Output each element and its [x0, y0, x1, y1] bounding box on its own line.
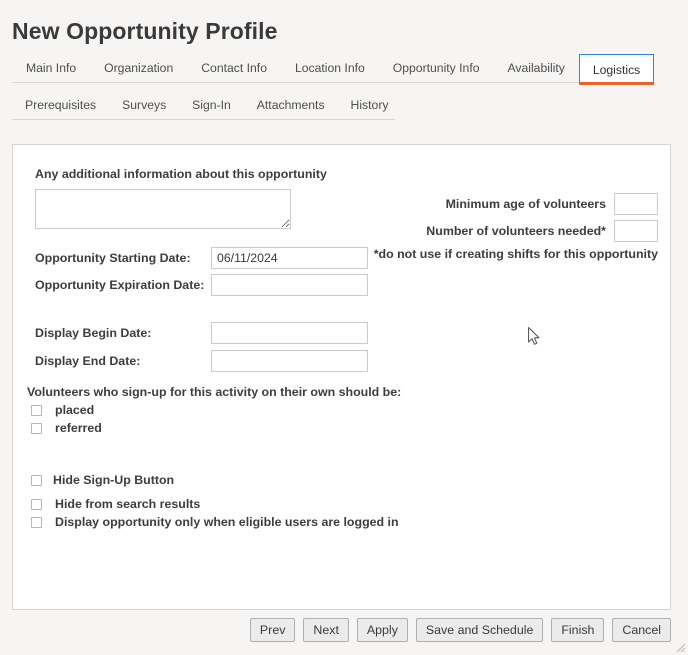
tab-label: Opportunity Info: [392, 61, 480, 75]
placed-label[interactable]: placed: [55, 403, 94, 417]
tab-location-info[interactable]: Location Info: [281, 54, 379, 82]
checkbox-row-display-eligible-only: Display opportunity only when eligible u…: [31, 515, 399, 529]
checkbox-row-referred: referred: [31, 421, 102, 435]
display-end-date-row: Display End Date:: [35, 350, 368, 372]
additional-information-textarea[interactable]: [35, 189, 291, 229]
form-action-buttons: Prev Next Apply Save and Schedule Finish…: [0, 618, 688, 642]
tab-label: Contact Info: [201, 61, 267, 75]
hide-signup-button-checkbox[interactable]: [31, 474, 42, 486]
hide-from-search-label[interactable]: Hide from search results: [55, 497, 200, 511]
tab-contact-info[interactable]: Contact Info: [187, 54, 281, 82]
tab-label: Main Info: [26, 61, 77, 75]
placed-checkbox[interactable]: [31, 404, 42, 416]
opportunity-starting-date-row: Opportunity Starting Date:: [35, 247, 368, 269]
minimum-age-label: Minimum age of volunteers: [445, 197, 606, 211]
opportunity-expiration-date-label: Opportunity Expiration Date:: [35, 278, 205, 292]
form-area: Any additional information about this op…: [13, 145, 670, 609]
tab-prerequisites[interactable]: Prerequisites: [12, 91, 109, 119]
tab-label: Location Info: [294, 61, 365, 75]
page-title: New Opportunity Profile: [12, 18, 278, 44]
checkbox-row-placed: placed: [31, 403, 94, 417]
additional-information-label: Any additional information about this op…: [35, 167, 327, 181]
tab-availability[interactable]: Availability: [493, 54, 578, 82]
display-begin-date-input[interactable]: [211, 322, 368, 344]
tab-label: Prerequisites: [25, 98, 97, 112]
volunteers-needed-input[interactable]: [614, 220, 658, 242]
tab-label: Sign-In: [192, 98, 231, 112]
tab-opportunity-info[interactable]: Opportunity Info: [379, 54, 494, 82]
hide-signup-button-label[interactable]: Hide Sign-Up Button: [53, 473, 174, 487]
referred-label[interactable]: referred: [55, 421, 102, 435]
window-resize-grip-icon: [676, 643, 686, 653]
display-end-date-label: Display End Date:: [35, 354, 141, 368]
minimum-age-row: Minimum age of volunteers: [446, 193, 658, 215]
opportunity-expiration-date-row: Opportunity Expiration Date:: [35, 274, 368, 296]
secondary-tab-bar: Prerequisites Surveys Sign-In Attachment…: [12, 91, 395, 120]
checkbox-row-hide-from-search: Hide from search results: [31, 497, 200, 511]
display-end-date-input[interactable]: [211, 350, 368, 372]
shifts-note: *do not use if creating shifts for this …: [373, 247, 658, 261]
tab-label: History: [350, 98, 389, 112]
opportunity-expiration-date-input[interactable]: [211, 274, 368, 296]
save-and-schedule-button[interactable]: Save and Schedule: [415, 618, 544, 642]
tab-label: Attachments: [256, 98, 325, 112]
apply-button[interactable]: Apply: [356, 618, 408, 642]
volunteers-needed-label: Number of volunteers needed*: [426, 224, 606, 238]
hide-from-search-checkbox[interactable]: [31, 498, 42, 510]
tab-logistics[interactable]: Logistics: [578, 54, 655, 85]
signup-group-heading: Volunteers who sign-up for this activity…: [27, 385, 402, 399]
tab-label: Logistics: [592, 62, 641, 77]
tab-label: Organization: [104, 61, 174, 75]
tab-surveys[interactable]: Surveys: [109, 91, 179, 119]
referred-checkbox[interactable]: [31, 422, 42, 434]
tab-label: Surveys: [122, 98, 167, 112]
prev-button[interactable]: Prev: [249, 618, 296, 642]
cancel-button[interactable]: Cancel: [612, 618, 671, 642]
tab-attachments[interactable]: Attachments: [244, 91, 338, 119]
tab-main-info[interactable]: Main Info: [12, 54, 90, 82]
tab-organization[interactable]: Organization: [90, 54, 187, 82]
display-eligible-only-label[interactable]: Display opportunity only when eligible u…: [55, 515, 399, 529]
tab-sign-in[interactable]: Sign-In: [179, 91, 244, 119]
finish-button[interactable]: Finish: [551, 618, 605, 642]
tab-history[interactable]: History: [338, 91, 402, 119]
display-begin-date-row: Display Begin Date:: [35, 322, 368, 344]
opportunity-starting-date-label: Opportunity Starting Date:: [35, 251, 191, 265]
display-eligible-only-checkbox[interactable]: [31, 516, 42, 528]
volunteers-needed-row: Number of volunteers needed*: [426, 220, 658, 242]
checkbox-row-hide-signup-button: Hide Sign-Up Button: [31, 473, 174, 487]
display-begin-date-label: Display Begin Date:: [35, 326, 152, 340]
next-button[interactable]: Next: [303, 618, 349, 642]
minimum-age-input[interactable]: [614, 193, 658, 215]
logistics-form-panel: Any additional information about this op…: [12, 144, 671, 610]
tab-label: Availability: [507, 61, 565, 75]
primary-tab-bar: Main Info Organization Contact Info Loca…: [12, 54, 655, 85]
opportunity-starting-date-input[interactable]: [211, 247, 368, 269]
